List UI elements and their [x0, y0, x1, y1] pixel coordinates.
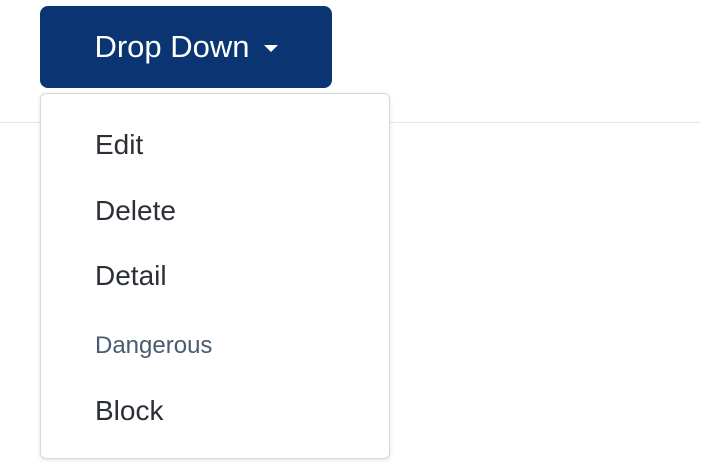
page-canvas: Drop Down Edit Delete Detail Dangerous B… [0, 0, 701, 462]
dropdown-toggle-button[interactable]: Drop Down [40, 6, 332, 88]
menu-item-detail[interactable]: Detail [95, 262, 167, 290]
caret-down-icon [263, 44, 278, 52]
dropdown-menu: Edit Delete Detail Dangerous Block [40, 93, 390, 459]
menu-item-block[interactable]: Block [95, 397, 163, 425]
menu-item-edit[interactable]: Edit [95, 131, 143, 159]
dropdown-toggle-label: Drop Down [94, 29, 250, 64]
menu-item-dangerous[interactable]: Dangerous [95, 334, 212, 358]
menu-item-delete[interactable]: Delete [95, 197, 176, 225]
